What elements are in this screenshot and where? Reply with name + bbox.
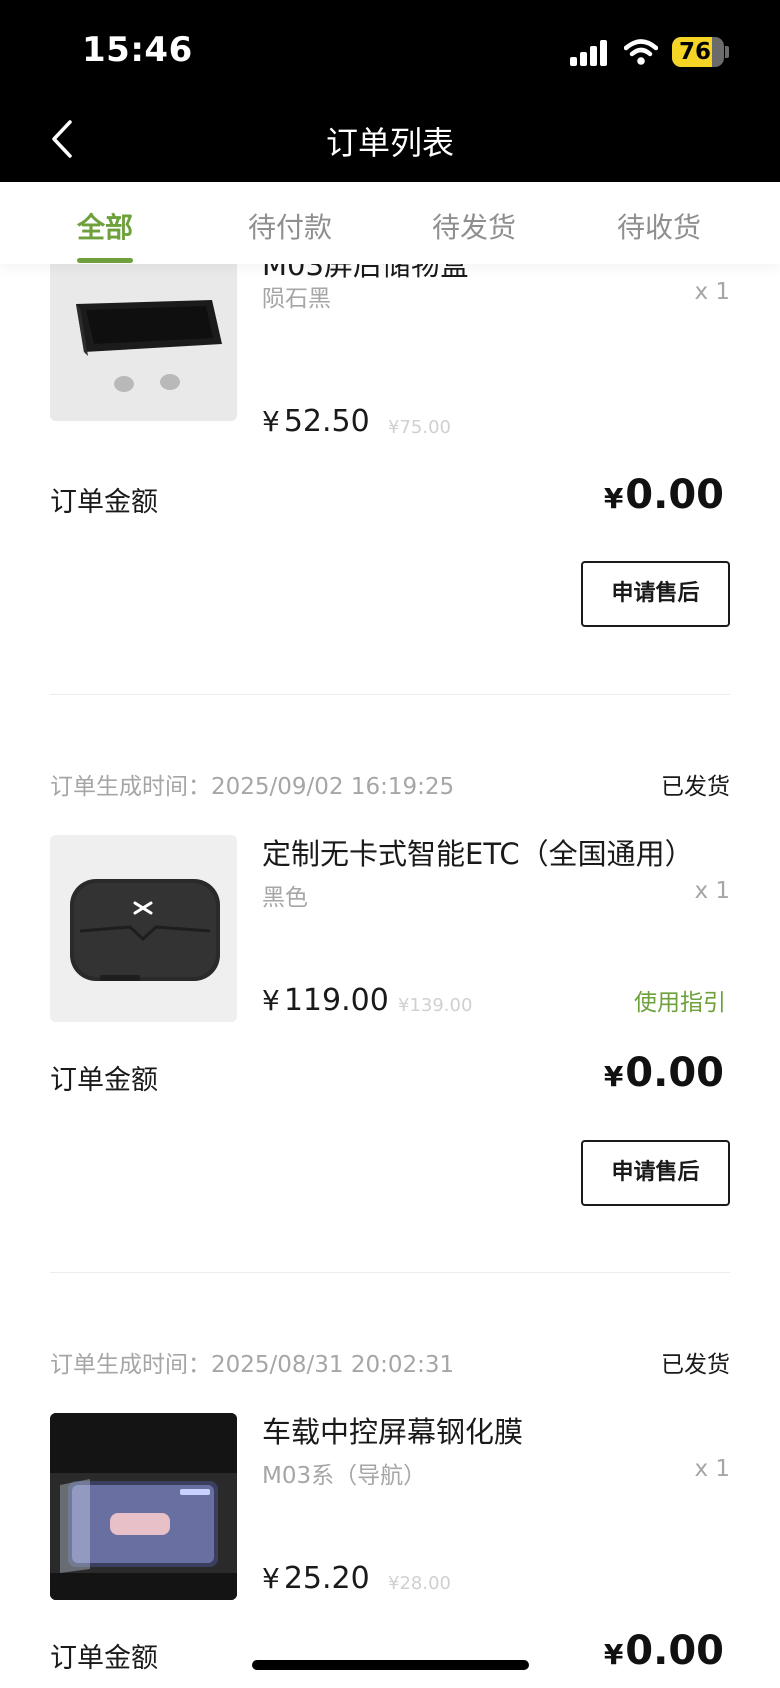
order-total-label: 订单金额 xyxy=(50,487,158,518)
tab-pending-receipt[interactable]: 待收货 xyxy=(617,206,701,246)
order-list[interactable]: M03屏后储物盒 陨石黑 x 1 ¥52.50 ¥75.00 订单金额 ¥0.0… xyxy=(0,264,780,1688)
order-status: 已发货 xyxy=(661,774,730,800)
product-qty: x 1 xyxy=(694,1456,730,1482)
original-price: ¥28.00 xyxy=(388,1573,451,1594)
product-spec: 陨石黑 xyxy=(262,286,331,312)
product-image-etc[interactable] xyxy=(50,835,237,1022)
usage-guide-link[interactable]: 使用指引 xyxy=(634,983,726,1017)
wifi-icon xyxy=(624,39,658,65)
price-amount: 119.00 xyxy=(283,983,389,1018)
aftersale-button[interactable]: 申请售后 xyxy=(581,561,730,627)
order-tabs: 全部 待付款 待发货 待收货 xyxy=(0,182,780,264)
original-price: ¥139.00 xyxy=(398,995,473,1016)
battery-icon: 76 xyxy=(672,37,724,67)
total-currency: ¥ xyxy=(603,1060,624,1093)
top-bar: 15:46 76 订单列表 xyxy=(0,0,780,182)
order-time: 订单生成时间：2025/08/31 20:02:31 xyxy=(50,1352,455,1378)
status-time: 15:46 xyxy=(82,30,193,70)
order-total-label: 订单金额 xyxy=(50,1643,158,1674)
page-title: 订单列表 xyxy=(325,124,454,162)
order-divider xyxy=(50,1272,730,1273)
etc-device-picture xyxy=(50,835,237,1022)
order-divider xyxy=(50,694,730,695)
price-currency: ¥ xyxy=(262,405,280,438)
product-name: 定制无卡式智能ETC（全国通用） xyxy=(262,837,694,871)
product-qty: x 1 xyxy=(694,878,730,904)
order-time: 订单生成时间：2025/09/02 16:19:25 xyxy=(50,774,455,800)
product-price: ¥119.00 xyxy=(262,983,389,1018)
price-currency: ¥ xyxy=(262,984,280,1017)
tab-pending-payment[interactable]: 待付款 xyxy=(248,206,332,246)
order-total: ¥0.00 xyxy=(600,1050,724,1096)
order-total-label: 订单金额 xyxy=(50,1065,158,1096)
product-price: ¥25.20 xyxy=(262,1561,370,1596)
product-spec: 黑色 xyxy=(262,885,308,911)
total-currency: ¥ xyxy=(603,1638,624,1671)
product-price: ¥52.50 xyxy=(262,404,370,439)
product-image-screen-film[interactable] xyxy=(50,1413,237,1600)
price-amount: 52.50 xyxy=(283,404,370,439)
battery-tip xyxy=(725,46,729,58)
order-total: ¥0.00 xyxy=(600,1628,724,1674)
order-status: 已发货 xyxy=(661,1352,730,1378)
product-spec: M03系（导航） xyxy=(262,1463,427,1489)
product-qty: x 1 xyxy=(694,279,730,305)
total-amount: 0.00 xyxy=(625,472,724,518)
price-currency: ¥ xyxy=(262,1562,280,1595)
battery-level: 76 xyxy=(678,39,711,65)
tab-all[interactable]: 全部 xyxy=(77,206,133,246)
product-name: 车载中控屏幕钢化膜 xyxy=(262,1415,524,1449)
order-total: ¥0.00 xyxy=(600,472,724,518)
storage-box-picture xyxy=(50,264,237,421)
price-amount: 25.20 xyxy=(283,1561,370,1596)
aftersale-button[interactable]: 申请售后 xyxy=(581,1140,730,1206)
screen-film-picture xyxy=(50,1413,237,1600)
total-amount: 0.00 xyxy=(625,1050,724,1096)
home-indicator[interactable] xyxy=(252,1660,529,1670)
signal-icon xyxy=(570,40,610,66)
tab-pending-shipment[interactable]: 待发货 xyxy=(432,206,516,246)
total-currency: ¥ xyxy=(603,482,624,515)
active-tab-indicator xyxy=(77,258,133,263)
product-image-storage-box[interactable] xyxy=(50,264,237,421)
original-price: ¥75.00 xyxy=(388,417,451,438)
total-amount: 0.00 xyxy=(625,1628,724,1674)
